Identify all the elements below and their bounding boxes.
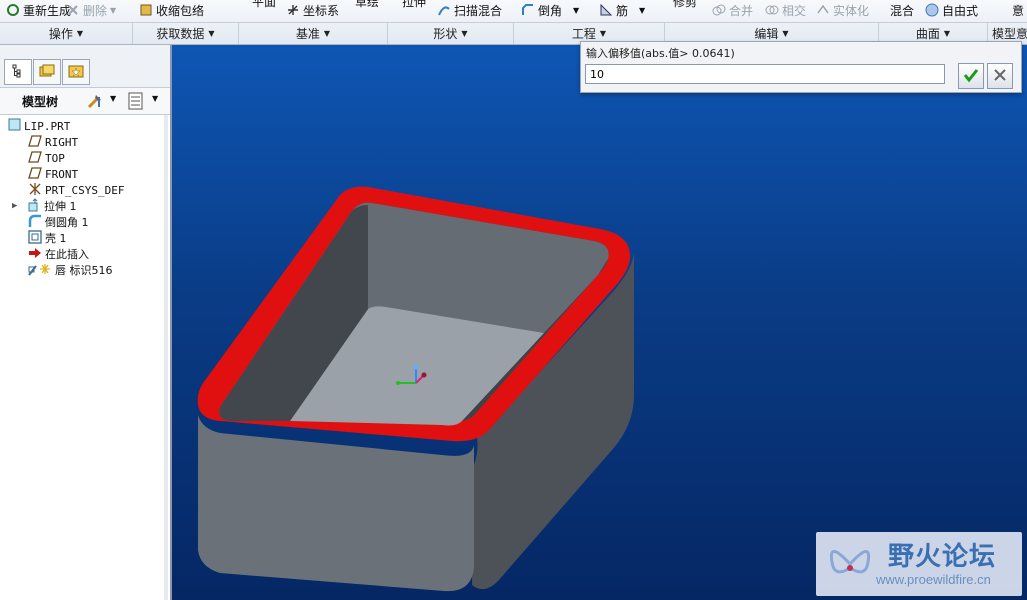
tree-settings-icon[interactable] bbox=[86, 92, 104, 113]
tree-node-insert-here[interactable]: 在此插入 bbox=[28, 246, 89, 262]
butterfly-logo-icon bbox=[824, 538, 876, 593]
datum-plane-icon bbox=[28, 150, 42, 166]
insert-here-icon bbox=[28, 246, 42, 263]
tab-favorites[interactable] bbox=[62, 59, 90, 85]
model-tree-title: 模型树 bbox=[22, 95, 59, 109]
tab-folder-browser[interactable] bbox=[33, 59, 61, 85]
shrinkwrap-icon bbox=[139, 3, 153, 17]
tree-settings-dropdown-icon[interactable]: ▼ bbox=[110, 94, 116, 103]
swept-blend-button[interactable]: 扫描混合 bbox=[437, 1, 502, 19]
offset-input-dialog: 输入偏移值(abs.值> 0.0641) bbox=[580, 41, 1022, 93]
blend-button[interactable]: 混合 bbox=[890, 1, 914, 19]
offset-value-input[interactable] bbox=[585, 64, 945, 84]
shrinkwrap-button[interactable]: 收缩包络 bbox=[139, 1, 204, 19]
tree-node-front[interactable]: FRONT bbox=[28, 166, 78, 182]
model-tree-icon bbox=[11, 64, 25, 81]
round-icon bbox=[28, 214, 42, 231]
graphics-viewport[interactable] bbox=[172, 45, 1027, 600]
tree-node-top[interactable]: TOP bbox=[28, 150, 65, 166]
rib-button[interactable]: 筋 ▼ bbox=[599, 1, 645, 19]
extrude-icon bbox=[27, 197, 41, 215]
swept-blend-icon bbox=[437, 3, 451, 17]
navigator-tabs bbox=[0, 45, 170, 88]
watermark-title: 野火论坛 bbox=[888, 542, 997, 572]
tree-scrollbar[interactable] bbox=[164, 115, 168, 600]
datum-plane-icon bbox=[28, 166, 42, 182]
watermark-url: www.proewildfire.cn bbox=[876, 572, 991, 587]
solidify-button[interactable]: 实体化 bbox=[816, 1, 869, 19]
checkmark-icon bbox=[963, 67, 979, 86]
ribbon: 重新生成 删除 ▼ 收缩包络 平面 坐标系 草绘 拉伸 扫描混合 倒角 ▼ 筋 … bbox=[0, 0, 1027, 45]
tree-node-csys[interactable]: PRT_CSYS_DEF bbox=[28, 182, 124, 198]
extrude-button[interactable]: 拉伸 bbox=[402, 0, 426, 10]
tree-node-right[interactable]: RIGHT bbox=[28, 134, 78, 150]
tree-node-part[interactable]: LIP.PRT bbox=[8, 118, 70, 134]
close-icon bbox=[993, 68, 1007, 85]
delete-icon bbox=[66, 3, 80, 17]
solidify-icon bbox=[816, 3, 830, 17]
merge-button[interactable]: 合并 bbox=[712, 1, 753, 19]
sketch-button[interactable]: 草绘 bbox=[355, 0, 379, 10]
freestyle-icon bbox=[925, 3, 939, 17]
delete-button[interactable]: 删除 ▼ bbox=[66, 1, 116, 19]
chamfer-button[interactable]: 倒角 ▼ bbox=[521, 1, 579, 19]
expand-arrow-icon[interactable]: ▶ bbox=[12, 201, 24, 211]
regenerate-button[interactable]: 重新生成 bbox=[6, 1, 71, 19]
plane-button[interactable]: 平面 bbox=[252, 0, 276, 10]
ribbon-command-row: 重新生成 删除 ▼ 收缩包络 平面 坐标系 草绘 拉伸 扫描混合 倒角 ▼ 筋 … bbox=[0, 0, 1027, 22]
forum-watermark: 野火论坛 www.proewildfire.cn bbox=[816, 532, 1022, 596]
favorites-folder-icon bbox=[68, 64, 84, 81]
group-shapes[interactable]: 形状 ▼ bbox=[388, 23, 514, 44]
model-tree-header: 模型树 ▼ ▼ bbox=[0, 88, 170, 115]
show-columns-icon[interactable] bbox=[128, 92, 144, 113]
csys-icon bbox=[286, 3, 300, 17]
accept-button[interactable] bbox=[958, 63, 984, 89]
part-icon bbox=[8, 118, 21, 134]
model-intent-button[interactable]: 意 bbox=[1012, 1, 1024, 19]
trim-button[interactable]: 修剪 bbox=[673, 0, 697, 10]
regenerate-icon bbox=[6, 3, 20, 17]
tree-node-shell[interactable]: 壳 1 bbox=[28, 229, 67, 247]
csys-button[interactable]: 坐标系 bbox=[286, 1, 339, 19]
chamfer-icon bbox=[521, 3, 535, 17]
intersect-icon bbox=[765, 3, 779, 17]
model-render bbox=[197, 186, 634, 592]
tree-node-extrude[interactable]: ▶ 拉伸 1 bbox=[12, 197, 77, 215]
cancel-button[interactable] bbox=[987, 63, 1013, 89]
intersect-button[interactable]: 相交 bbox=[765, 1, 806, 19]
tree-node-round[interactable]: 倒圆角 1 bbox=[28, 214, 89, 230]
csys-icon bbox=[28, 182, 42, 199]
rib-icon bbox=[599, 3, 613, 17]
shell-icon bbox=[28, 229, 42, 247]
folder-stack-icon bbox=[39, 64, 55, 81]
offset-prompt: 输入偏移值(abs.值> 0.0641) bbox=[586, 47, 735, 60]
navigator-panel: 模型树 ▼ ▼ LIP.PRT RIGHT TOP FRONT PRT_CSYS… bbox=[0, 45, 172, 600]
tree-node-lip[interactable]: 唇 标识516 bbox=[28, 262, 113, 278]
tab-model-tree[interactable] bbox=[4, 59, 32, 85]
datum-plane-icon bbox=[28, 134, 42, 150]
merge-icon bbox=[712, 3, 726, 17]
group-datum[interactable]: 基准 ▼ bbox=[239, 23, 388, 44]
group-operations[interactable]: 操作 ▼ bbox=[0, 23, 133, 44]
freestyle-button[interactable]: 自由式 bbox=[925, 1, 978, 19]
show-dropdown-icon[interactable]: ▼ bbox=[152, 94, 158, 103]
group-get-data[interactable]: 获取数据 ▼ bbox=[133, 23, 239, 44]
lip-icon bbox=[28, 262, 52, 279]
